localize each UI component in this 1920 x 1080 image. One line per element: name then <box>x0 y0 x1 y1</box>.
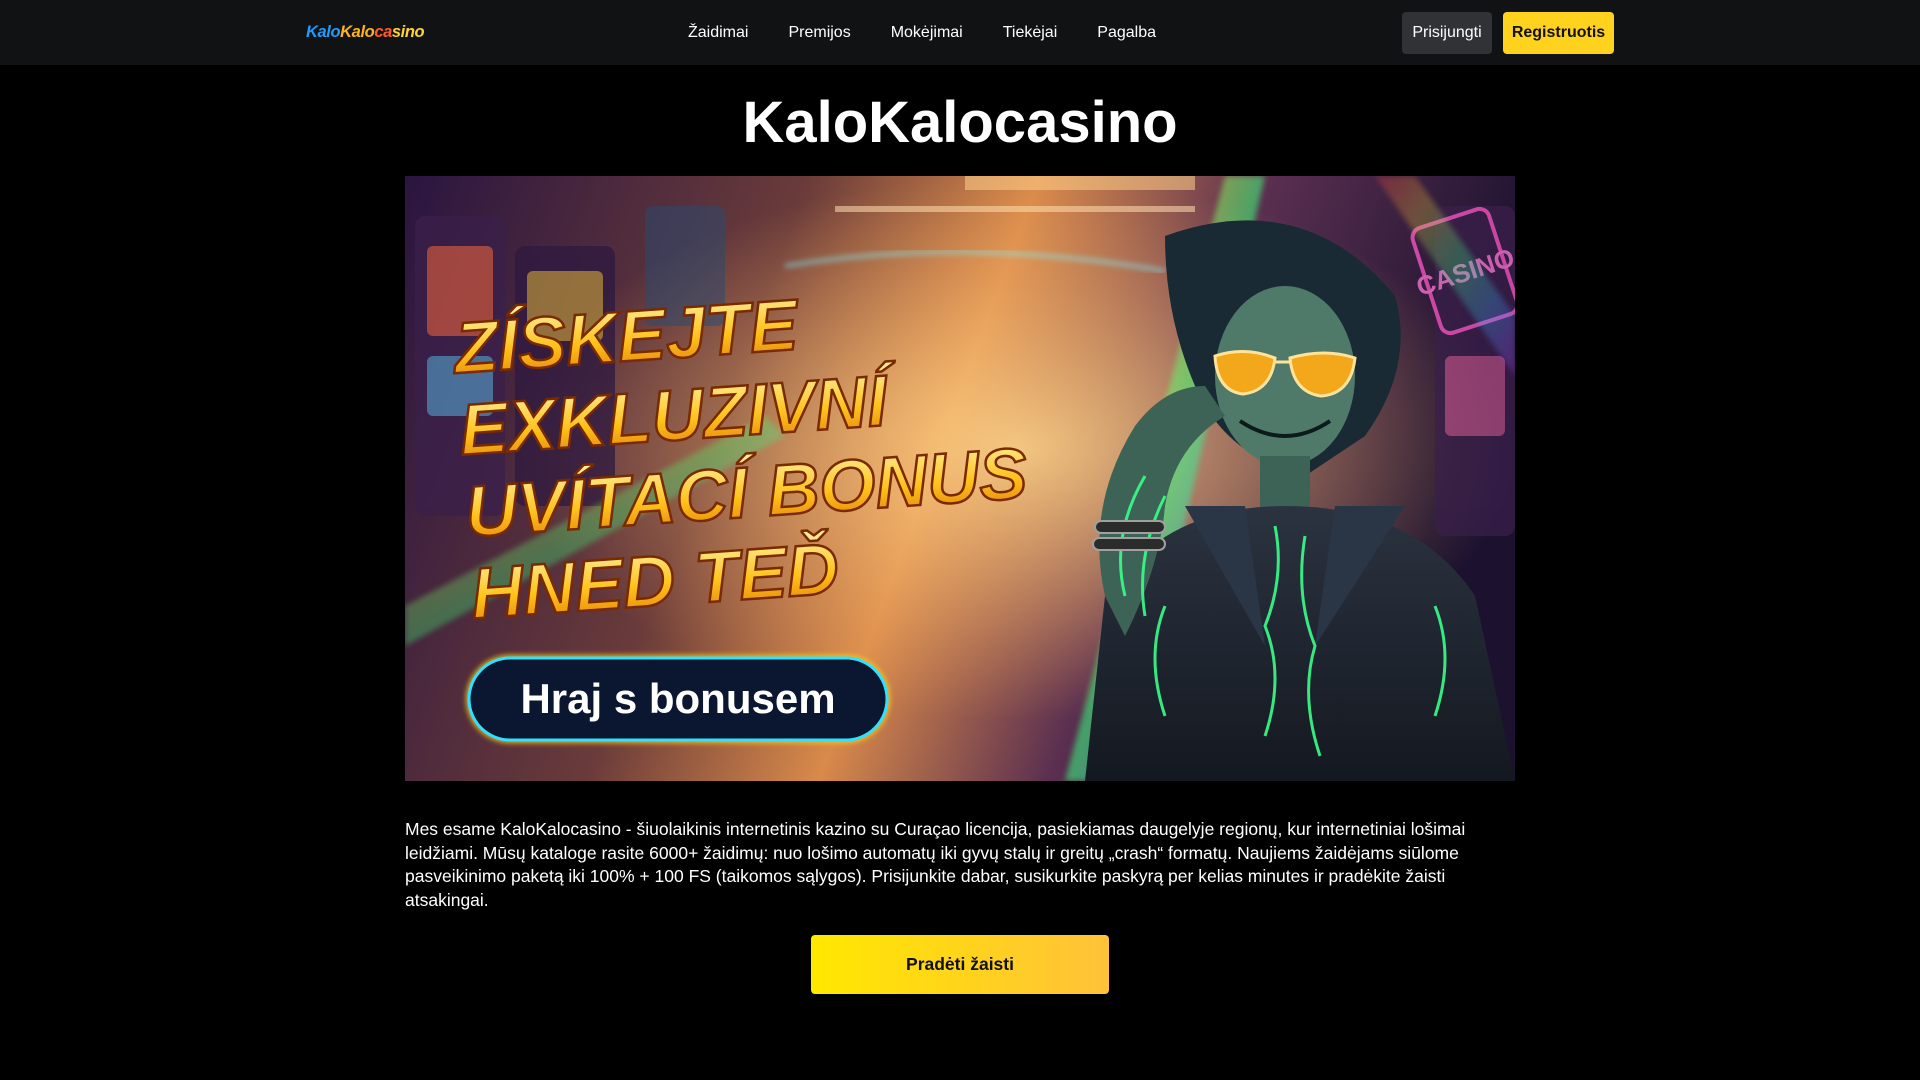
nav-link-games[interactable]: Žaidimai <box>668 24 768 42</box>
logo-part-4: sino <box>391 22 425 41</box>
logo-part-3: ca <box>374 22 392 41</box>
promo-banner[interactable]: CASINO <box>405 176 1515 781</box>
register-button[interactable]: Registruotis <box>1503 12 1614 54</box>
nav-link-payments[interactable]: Mokėjimai <box>871 24 983 42</box>
promo-banner-art: CASINO <box>405 176 1515 781</box>
login-button[interactable]: Prisijungti <box>1402 12 1492 54</box>
site-logo[interactable]: Kalo Kalo ca sino <box>306 18 425 46</box>
site-header: Kalo Kalo ca sino Žaidimai Premijos Mokėjim… <box>0 0 1920 65</box>
banner-play-button-label: Hraj s bonusem <box>520 675 835 722</box>
banner-play-button[interactable]: Hraj s bonusem <box>466 655 890 743</box>
logo-part-1: Kalo <box>306 22 341 41</box>
nav-link-help[interactable]: Pagalba <box>1077 24 1176 42</box>
page-title: KaloKalocasino <box>742 90 1178 155</box>
nav-link-bonuses[interactable]: Premijos <box>768 24 870 42</box>
intro-paragraph: Mes esame KaloKalocasino - šiuolaikinis … <box>405 819 1466 910</box>
nav-link-providers[interactable]: Tiekėjai <box>983 24 1078 42</box>
main-nav: Žaidimai Premijos Mokėjimai Tiekėjai Pag… <box>668 0 1176 65</box>
logo-part-2: Kalo <box>340 22 375 41</box>
start-playing-button[interactable]: Pradėti žaisti <box>811 935 1109 994</box>
